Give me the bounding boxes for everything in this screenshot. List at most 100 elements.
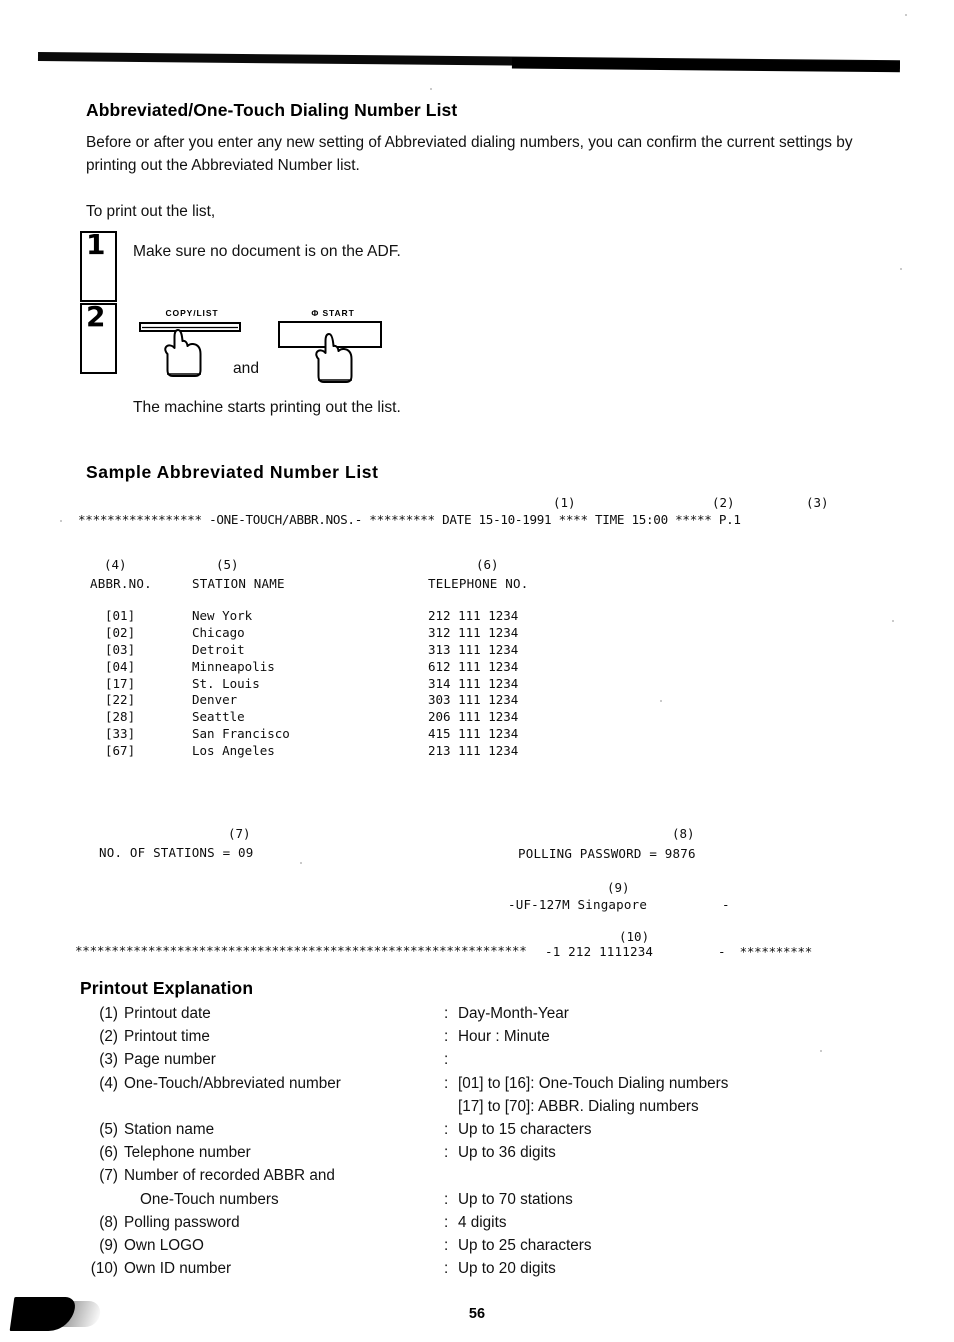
callout-marker-5: (5)	[216, 557, 239, 572]
print-instruction-lead: To print out the list,	[86, 203, 216, 220]
explanation-item-colon: :	[444, 1236, 449, 1254]
polling-password-line: POLLING PASSWORD = 9876	[518, 846, 696, 861]
pointing-hand-icon	[164, 329, 202, 377]
copylist-key-illustration: COPY/LIST	[138, 308, 246, 385]
explanation-item: (8) Polling password:4 digits	[80, 1214, 780, 1237]
intro-paragraph: Before or after you enter any new settin…	[86, 134, 853, 174]
explanation-item: (7) Number of recorded ABBR and	[80, 1167, 780, 1190]
cell-station-name: New York	[192, 608, 253, 623]
callout-marker-9: (9)	[607, 880, 630, 895]
explanation-item-label: Number of recorded ABBR and	[124, 1167, 335, 1185]
explanation-item-colon: :	[444, 1120, 449, 1138]
step-2-result-text: The machine starts printing out the list…	[133, 399, 401, 416]
cell-station-name: Chicago	[192, 624, 245, 640]
explanation-item-colon: :	[444, 1144, 449, 1162]
explanation-item: (2) Printout time: Hour : Minute	[80, 1028, 780, 1051]
scan-speck	[430, 88, 432, 90]
column-header-station-name: STATION NAME	[192, 576, 285, 591]
cell-abbr-no: [01]	[105, 608, 136, 623]
callout-marker-1: (1)	[553, 495, 576, 510]
cell-abbr-no: [04]	[105, 658, 136, 674]
cell-abbr-no: [28]	[105, 709, 136, 725]
top-divider-rule	[37, 52, 901, 70]
explanation-item-label: Own ID number	[124, 1260, 232, 1278]
fax-header-line: ***************** -ONE-TOUCH/ABBR.NOS.- …	[78, 512, 741, 527]
explanation-item-number: (2)	[99, 1028, 118, 1046]
explanation-item-value: Up to 15 characters	[458, 1120, 592, 1138]
cell-telephone-no: 312 111 1234	[428, 624, 519, 640]
explanation-item-label: Page number	[124, 1051, 216, 1069]
cell-abbr-no: [22]	[105, 692, 136, 708]
explanation-item-colon: :	[444, 1213, 449, 1231]
explanation-item-colon: :	[444, 1028, 449, 1046]
cell-telephone-no: 415 111 1234	[428, 726, 519, 742]
explanation-item: (10) Own ID number: Up to 20 digits	[80, 1260, 780, 1283]
scan-speck	[60, 520, 62, 522]
explanation-item-value: Up to 70 stations	[458, 1190, 573, 1208]
cell-station-name: Seattle	[192, 709, 245, 725]
number-of-stations-line: NO. OF STATIONS = 09	[99, 845, 254, 860]
explanation-item: [17] to [70]: ABBR. Dialing numbers	[80, 1098, 780, 1121]
explanation-item-label: One-Touch/Abbreviated number	[124, 1074, 341, 1092]
explanation-item-colon: :	[444, 1005, 449, 1022]
explanation-item-number: (3)	[99, 1051, 118, 1069]
explanation-item-value: [01] to [16]: One-Touch Dialing numbers	[458, 1074, 729, 1092]
cell-station-name: Los Angeles	[192, 743, 275, 759]
start-key-graphic	[278, 321, 382, 383]
explanation-item-label: Own LOGO	[124, 1236, 204, 1254]
column-header-abbr-no: ABBR.NO.	[90, 576, 152, 591]
cell-station-name: Minneapolis	[192, 658, 275, 674]
explanation-item: (6) Telephone number: Up to 36 digits	[80, 1144, 780, 1167]
scan-speck	[660, 700, 662, 702]
explanation-item-value: 4 digits	[458, 1213, 507, 1231]
step-number-box-1: 1	[80, 231, 117, 302]
cell-abbr-no: [03]	[105, 641, 136, 657]
cell-telephone-no: 206 111 1234	[428, 709, 519, 725]
cell-telephone-no: 212 111 1234	[428, 608, 519, 623]
explanation-item-label: Telephone number	[124, 1144, 251, 1162]
explanation-item-number: (7)	[99, 1167, 118, 1185]
explanation-item-value: Up to 36 digits	[458, 1144, 556, 1162]
explanation-item-value: Hour : Minute	[458, 1028, 550, 1046]
explanation-item: (5) Station name: Up to 15 characters	[80, 1121, 780, 1144]
page-title: Abbreviated/One-Touch Dialing Number Lis…	[86, 100, 458, 120]
scan-speck	[820, 1050, 822, 1052]
start-key-illustration: Φ START	[277, 308, 389, 391]
cell-telephone-no: 213 111 1234	[428, 743, 519, 759]
scan-speck	[900, 268, 902, 270]
cell-station-name: Denver	[192, 692, 238, 708]
explanation-item-number: (5)	[99, 1120, 118, 1138]
cell-abbr-no: [33]	[105, 726, 136, 742]
fax-footer-tail-stars: - **********	[718, 944, 812, 959]
step-number-1: 1	[86, 228, 106, 261]
explanation-item-colon: :	[444, 1260, 449, 1278]
callout-marker-2: (2)	[712, 495, 735, 510]
scan-artifact-blob	[9, 1297, 77, 1331]
sample-list-heading: Sample Abbreviated Number List	[86, 462, 379, 482]
explanation-item: (9) Own LOGO: Up to 25 characters	[80, 1237, 780, 1260]
explanation-item: (4) One-Touch/Abbreviated number: [01] to …	[80, 1075, 780, 1098]
explanation-item-label: Printout date	[124, 1005, 211, 1022]
explanation-item-value: Up to 25 characters	[458, 1236, 592, 1254]
explanation-item-label: One-Touch numbers	[140, 1190, 279, 1208]
step-number-box-2: 2	[80, 303, 117, 374]
copylist-key-graphic	[139, 322, 241, 377]
explanation-item-number: (1)	[99, 1005, 118, 1022]
cell-abbr-no: [67]	[105, 743, 136, 759]
cell-abbr-no: [02]	[105, 624, 136, 640]
explanation-item-number: (10)	[90, 1260, 118, 1278]
explanation-item-label: Printout time	[124, 1028, 210, 1046]
fax-footer-star-rule: ****************************************…	[75, 943, 527, 958]
printout-explanation-heading: Printout Explanation	[80, 978, 254, 998]
explanation-item-number: (6)	[99, 1144, 118, 1162]
start-key-label: Φ START	[311, 308, 355, 318]
column-header-telephone-no: TELEPHONE NO.	[428, 576, 529, 591]
cell-telephone-no: 314 111 1234	[428, 675, 519, 691]
explanation-item-label: Station name	[124, 1120, 215, 1138]
cell-telephone-no: 612 111 1234	[428, 658, 519, 674]
own-logo-line: -UF-127M Singapore	[508, 897, 648, 912]
explanation-item-value: [17] to [70]: ABBR. Dialing numbers	[458, 1097, 699, 1115]
explanation-item: (1) Printout date: Day-Month-Year	[80, 1005, 780, 1028]
step-number-2: 2	[86, 300, 106, 333]
cell-telephone-no: 313 111 1234	[428, 641, 519, 657]
